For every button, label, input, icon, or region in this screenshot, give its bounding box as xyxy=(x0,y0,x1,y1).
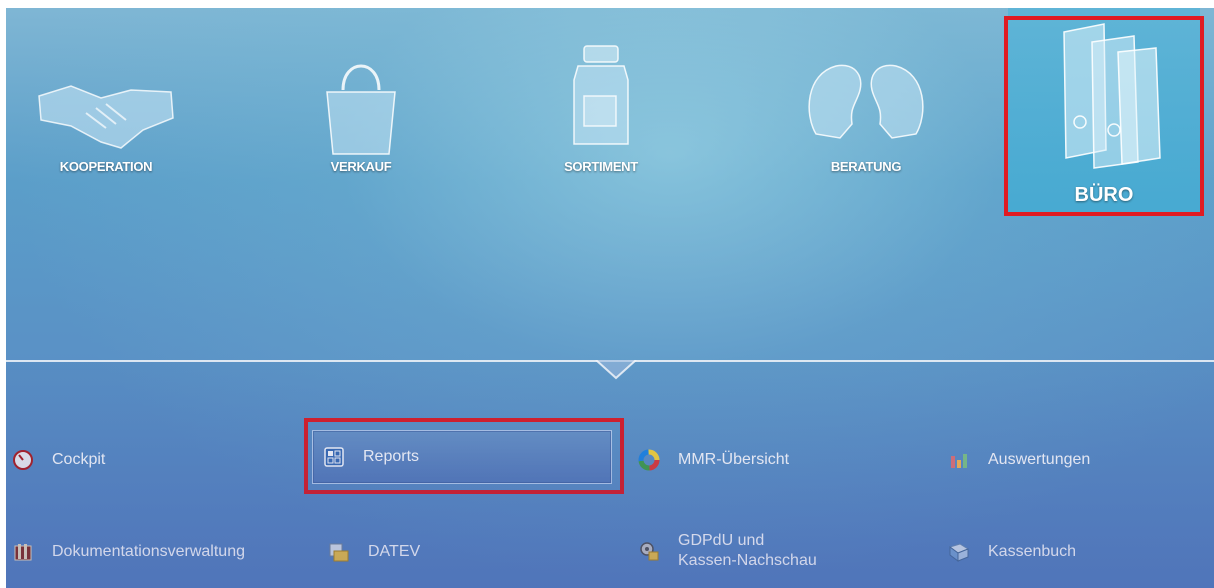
shopping-bag-icon xyxy=(326,64,396,155)
nav-label: SORTIMENT xyxy=(564,159,638,174)
menu-label: GDPdU und Kassen-Nachschau xyxy=(678,531,817,571)
speedometer-icon xyxy=(12,449,34,471)
reports-grid-icon xyxy=(323,446,345,468)
menu-item-cockpit[interactable]: Cockpit xyxy=(12,440,105,480)
nav-label: BERATUNG xyxy=(830,159,902,174)
menu-label: MMR-Übersicht xyxy=(678,451,790,468)
chevron-down-icon xyxy=(595,360,637,380)
nav-tile-beratung[interactable]: BERATUNG xyxy=(766,8,966,218)
nav-label: BÜRO xyxy=(1074,184,1134,206)
menu-label: Auswertungen xyxy=(988,451,1091,468)
app-frame: KOOPERATION VERKAUF SORTIMENT BERATUNG B… xyxy=(6,8,1214,588)
nav-label: VERKAUF xyxy=(330,159,392,174)
consultation-heads-icon xyxy=(808,64,924,139)
medicine-bottle-icon xyxy=(573,45,629,145)
audit-gear-icon xyxy=(638,540,660,562)
datev-folder-icon xyxy=(328,541,350,563)
main-nav: KOOPERATION VERKAUF SORTIMENT BERATUNG B… xyxy=(6,8,1214,360)
menu-item-mmr-uebersicht[interactable]: MMR-Übersicht xyxy=(638,440,789,480)
menu-label-line2: Kassen-Nachschau xyxy=(678,552,817,569)
menu-label: DATEV xyxy=(368,543,421,560)
menu-label: Dokumentationsverwaltung xyxy=(52,543,245,560)
nav-tile-verkauf[interactable]: VERKAUF xyxy=(261,8,461,218)
binders-icon xyxy=(1063,23,1161,169)
menu-item-dokumentationsverwaltung[interactable]: Dokumentationsverwaltung xyxy=(12,532,245,572)
menu-item-kassenbuch[interactable]: Kassenbuch xyxy=(948,532,1076,572)
nav-tile-kooperation[interactable]: KOOPERATION xyxy=(6,8,206,218)
nav-label: KOOPERATION xyxy=(59,159,153,174)
menu-item-reports[interactable]: Reports xyxy=(312,430,612,484)
menu-item-auswertungen[interactable]: Auswertungen xyxy=(948,440,1090,480)
menu-label-line1: GDPdU und xyxy=(678,532,765,549)
menu-item-datev[interactable]: DATEV xyxy=(328,532,420,572)
bar-chart-icon xyxy=(948,449,970,471)
menu-label: Kassenbuch xyxy=(988,543,1077,560)
cash-book-icon xyxy=(948,541,970,563)
nav-tile-buero[interactable]: BÜRO xyxy=(1008,8,1200,214)
nav-tile-sortiment[interactable]: SORTIMENT xyxy=(501,8,701,218)
document-archive-icon xyxy=(12,541,34,563)
menu-label: Cockpit xyxy=(52,451,106,468)
menu-item-gdpdu-kassen-nachschau[interactable]: GDPdU und Kassen-Nachschau xyxy=(638,520,817,582)
menu-label: Reports xyxy=(363,448,420,465)
handshake-icon xyxy=(38,85,174,149)
color-ring-icon xyxy=(638,449,660,471)
